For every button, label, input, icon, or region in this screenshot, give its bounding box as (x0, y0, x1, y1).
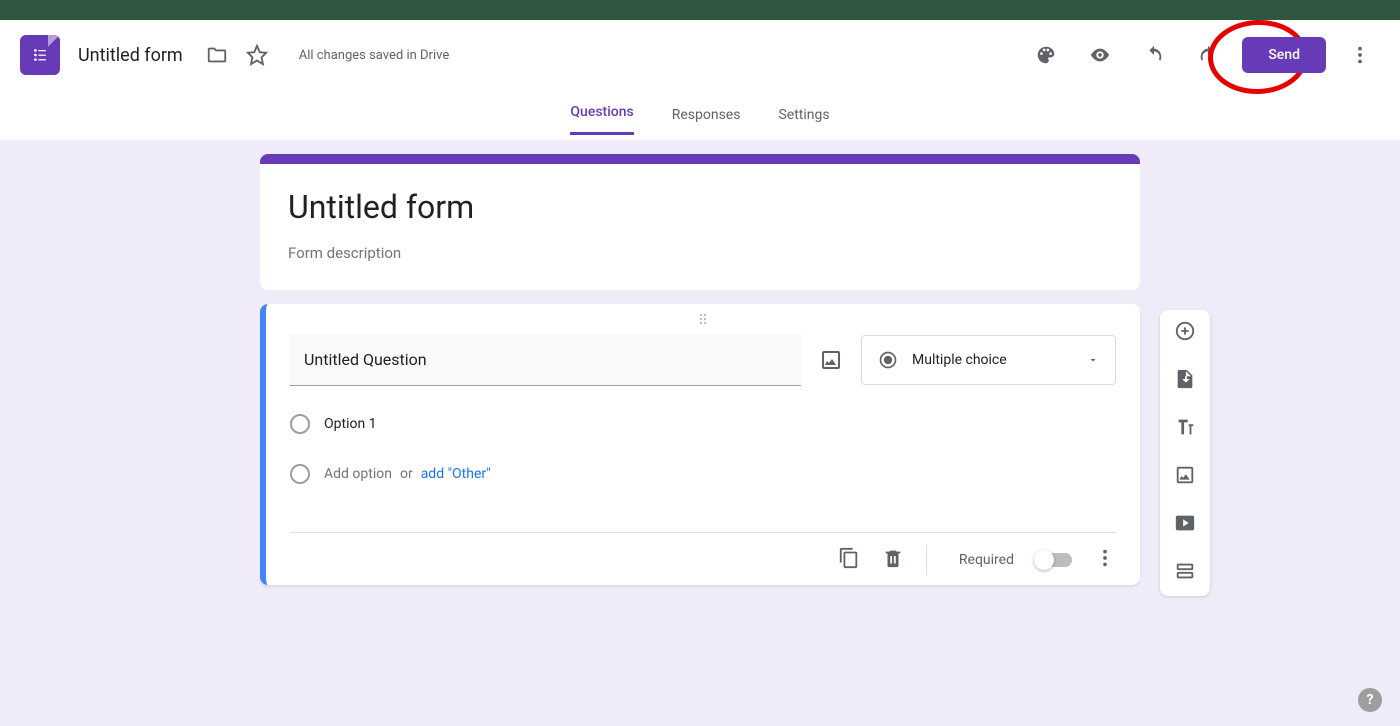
customize-theme-icon[interactable] (1026, 35, 1066, 75)
tab-questions[interactable]: Questions (570, 104, 633, 135)
radio-icon (290, 414, 310, 434)
radio-icon (290, 464, 310, 484)
add-image-icon[interactable] (1174, 464, 1196, 490)
add-option-text[interactable]: Add option (324, 466, 392, 482)
import-questions-icon[interactable] (1174, 368, 1196, 394)
or-text: or (400, 466, 413, 482)
forms-logo-icon[interactable] (20, 35, 60, 75)
form-column: Untitled form Form description ⠿ Multipl… (260, 154, 1140, 585)
star-icon[interactable] (245, 43, 269, 67)
drag-handle-icon[interactable]: ⠿ (290, 318, 1116, 334)
preview-icon[interactable] (1080, 35, 1120, 75)
form-title[interactable]: Untitled form (288, 188, 1112, 226)
add-title-icon[interactable] (1174, 416, 1196, 442)
add-other-link[interactable]: add "Other" (421, 466, 491, 482)
header-bar: Untitled form All changes saved in Drive… (0, 20, 1400, 140)
document-title[interactable]: Untitled form (78, 45, 183, 66)
add-question-icon[interactable] (1174, 320, 1196, 346)
option-row[interactable]: Option 1 (290, 414, 1116, 434)
question-card[interactable]: ⠿ Multiple choice Option 1 (260, 304, 1140, 585)
form-title-card[interactable]: Untitled form Form description (260, 154, 1140, 290)
options-list: Option 1 Add option or add "Other" (290, 386, 1116, 532)
divider (926, 545, 927, 575)
send-button[interactable]: Send (1242, 37, 1326, 73)
tab-responses[interactable]: Responses (672, 107, 741, 135)
required-label: Required (959, 552, 1014, 568)
form-description-placeholder[interactable]: Form description (288, 244, 1112, 262)
save-status-text: All changes saved in Drive (299, 48, 450, 63)
floating-toolbar (1160, 310, 1210, 596)
question-more-icon[interactable] (1094, 547, 1116, 573)
form-canvas: Untitled form Form description ⠿ Multipl… (0, 140, 1400, 585)
redo-icon[interactable] (1188, 35, 1228, 75)
undo-icon[interactable] (1134, 35, 1174, 75)
chevron-down-icon (1087, 354, 1099, 366)
question-type-dropdown[interactable]: Multiple choice (861, 335, 1116, 385)
add-image-to-question-icon[interactable] (819, 348, 843, 372)
option-label[interactable]: Option 1 (324, 416, 377, 432)
delete-question-icon[interactable] (882, 547, 904, 573)
add-option-row[interactable]: Add option or add "Other" (290, 464, 1116, 484)
add-video-icon[interactable] (1174, 512, 1196, 538)
browser-chrome-bar (0, 0, 1400, 20)
move-to-folder-icon[interactable] (205, 43, 229, 67)
question-title-input[interactable] (290, 334, 801, 386)
question-header-row: Multiple choice (290, 334, 1116, 386)
header-actions: Send (1026, 35, 1380, 75)
question-footer: Required (290, 532, 1116, 575)
help-icon[interactable]: ? (1358, 688, 1382, 712)
duplicate-question-icon[interactable] (838, 547, 860, 573)
more-options-icon[interactable] (1340, 35, 1380, 75)
tabs-row: Questions Responses Settings (0, 90, 1400, 136)
add-section-icon[interactable] (1174, 560, 1196, 586)
tab-settings[interactable]: Settings (778, 107, 829, 135)
header-row: Untitled form All changes saved in Drive… (0, 20, 1400, 90)
question-type-label: Multiple choice (912, 352, 1073, 368)
required-toggle[interactable] (1036, 553, 1072, 567)
